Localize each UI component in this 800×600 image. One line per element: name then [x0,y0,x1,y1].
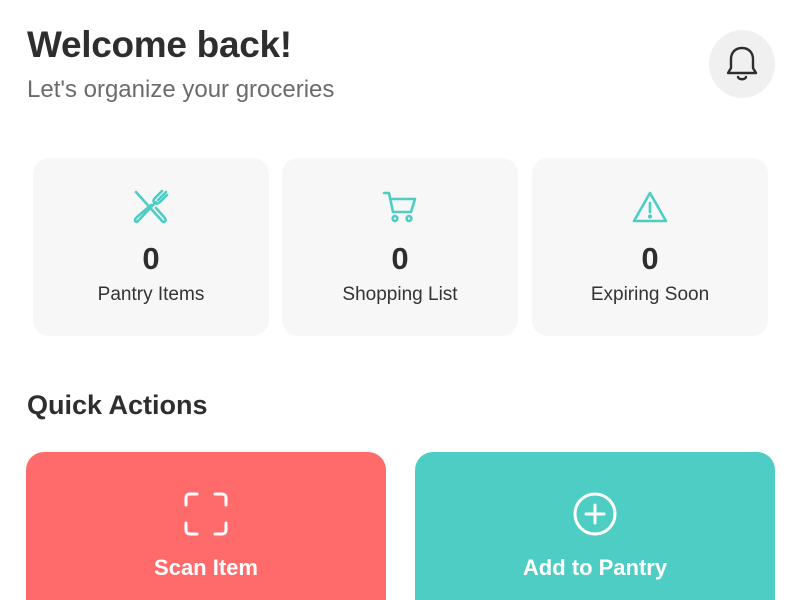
scan-icon [184,492,228,536]
add-to-pantry-button[interactable]: Add to Pantry [415,452,775,600]
page-title: Welcome back! [27,24,292,65]
stat-card-shopping-list[interactable]: 0 Shopping List [282,158,518,336]
plus-circle-icon [573,492,617,536]
bell-icon [726,46,758,81]
add-to-pantry-label: Add to Pantry [522,555,668,580]
pantry-items-label: Pantry Items [97,284,205,305]
utensils-icon [133,189,169,224]
expiring-soon-count: 0 [641,241,659,276]
pantry-items-count: 0 [142,241,160,276]
shopping-list-label: Shopping List [342,284,458,305]
notifications-button[interactable] [709,30,775,98]
home-screen: Welcome back! Let's organize your grocer… [0,0,800,600]
expiring-soon-label: Expiring Soon [590,284,710,305]
shopping-list-count: 0 [391,241,409,276]
page-subtitle: Let's organize your groceries [27,76,335,103]
cart-icon [382,191,417,223]
stat-card-pantry-items[interactable]: 0 Pantry Items [33,158,269,336]
stat-card-expiring-soon[interactable]: 0 Expiring Soon [532,158,768,336]
quick-actions-heading: Quick Actions [27,390,208,420]
warning-icon [632,191,668,223]
scan-item-button[interactable]: Scan Item [26,452,386,600]
scan-item-label: Scan Item [154,555,258,580]
